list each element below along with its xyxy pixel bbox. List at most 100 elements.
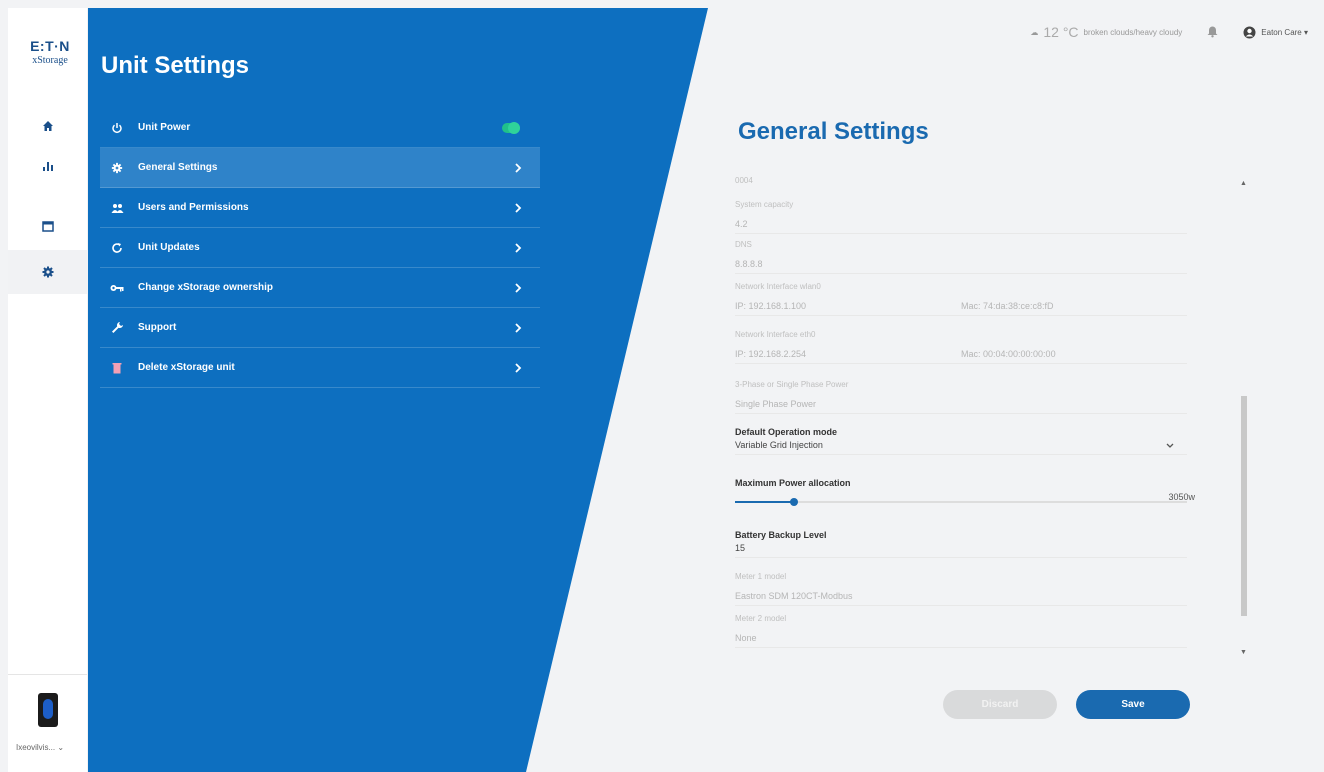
chevron-right-icon bbox=[515, 163, 522, 173]
user-name: Eaton Care ▾ bbox=[1261, 27, 1308, 37]
brand-name: E:T·N bbox=[30, 38, 70, 54]
menu-item-general-settings[interactable]: General Settings bbox=[100, 148, 540, 188]
chevron-right-icon bbox=[515, 323, 522, 333]
field-label: Battery Backup Level bbox=[735, 530, 827, 540]
menu-item-unit-updates[interactable]: Unit Updates bbox=[100, 228, 540, 268]
field-eth0: Network Interface eth0 IP: 192.168.2.254… bbox=[735, 330, 1187, 364]
field-label: Network Interface eth0 bbox=[735, 330, 816, 339]
refresh-icon bbox=[110, 241, 124, 255]
product-name: xStorage bbox=[32, 55, 68, 66]
menu-item-users[interactable]: Users and Permissions bbox=[100, 188, 540, 228]
field-serial: 0004 bbox=[735, 176, 1187, 185]
chevron-down-icon bbox=[1166, 443, 1174, 448]
settings-scrollbar[interactable]: ▲ ▼ bbox=[1238, 176, 1250, 658]
settings-form: 0004 System capacity 4.2 DNS 8.8.8.8 Net… bbox=[735, 170, 1195, 670]
notification-bell[interactable] bbox=[1206, 25, 1219, 40]
page-title: Unit Settings bbox=[101, 52, 249, 79]
field-value: Single Phase Power bbox=[735, 399, 1187, 414]
device-selector[interactable]: Ixeovilvis... ⌄ bbox=[8, 674, 87, 772]
field-capacity: System capacity 4.2 bbox=[735, 200, 1187, 234]
weather-widget: ☁ 12 °C broken clouds/heavy cloudy bbox=[1030, 24, 1182, 40]
section-title: General Settings bbox=[738, 118, 929, 145]
battery-backup-field[interactable]: Battery Backup Level 15 bbox=[735, 530, 1187, 558]
field-label: Default Operation mode bbox=[735, 427, 838, 437]
trash-icon bbox=[110, 361, 124, 375]
mac-value: Mac: 74:da:38:ce:c8:fD bbox=[961, 301, 1054, 311]
power-icon bbox=[110, 121, 124, 135]
cloud-icon: ☁ bbox=[1030, 27, 1039, 37]
menu-item-label: Delete xStorage unit bbox=[138, 362, 235, 373]
menu-item-delete[interactable]: Delete xStorage unit bbox=[100, 348, 540, 388]
rail-calendar[interactable] bbox=[8, 206, 87, 246]
menu-item-label: General Settings bbox=[138, 162, 218, 173]
settings-menu: Unit Power General Settings Users and Pe… bbox=[100, 108, 540, 388]
top-bar: ☁ 12 °C broken clouds/heavy cloudy Eaton… bbox=[1030, 24, 1308, 40]
calendar-icon bbox=[41, 221, 54, 232]
chevron-right-icon bbox=[515, 363, 522, 373]
menu-item-label: Unit Power bbox=[138, 122, 191, 133]
field-label: 0004 bbox=[735, 176, 753, 185]
field-label: Meter 2 model bbox=[735, 614, 787, 623]
field-max-power: Maximum Power allocation bbox=[735, 478, 1187, 488]
chart-icon bbox=[42, 162, 53, 171]
scroll-thumb[interactable] bbox=[1241, 396, 1247, 616]
gear-icon bbox=[42, 266, 53, 278]
field-value: 15 bbox=[735, 543, 1187, 558]
field-dns: DNS 8.8.8.8 bbox=[735, 240, 1187, 274]
menu-item-label: Unit Updates bbox=[138, 242, 200, 253]
device-name: Ixeovilvis... ⌄ bbox=[16, 743, 65, 752]
ip-value: IP: 192.168.1.100 bbox=[735, 301, 807, 311]
bell-icon bbox=[1207, 26, 1218, 37]
field-value: Eastron SDM 120CT-Modbus bbox=[735, 591, 1187, 606]
field-meter1: Meter 1 model Eastron SDM 120CT-Modbus bbox=[735, 572, 1187, 606]
discard-button[interactable]: Discard bbox=[943, 690, 1057, 719]
field-label: DNS bbox=[735, 240, 752, 249]
settings-panel: Unit Settings Unit Power General Setting… bbox=[88, 8, 708, 772]
field-label: System capacity bbox=[735, 200, 794, 209]
device-image bbox=[38, 693, 58, 727]
field-value: 4.2 bbox=[735, 219, 1187, 234]
menu-item-label: Support bbox=[138, 322, 177, 333]
max-power-value: 3050w bbox=[1168, 492, 1195, 502]
key-icon bbox=[110, 281, 124, 295]
field-value: 8.8.8.8 bbox=[735, 259, 1187, 274]
unit-power-toggle[interactable] bbox=[502, 122, 520, 134]
menu-item-label: Users and Permissions bbox=[138, 202, 249, 213]
chevron-right-icon bbox=[515, 283, 522, 293]
rail-stats[interactable] bbox=[8, 146, 87, 186]
field-wlan0: Network Interface wlan0 IP: 192.168.1.10… bbox=[735, 282, 1187, 316]
mac-value: Mac: 00:04:00:00:00:00 bbox=[961, 349, 1056, 359]
user-menu[interactable]: Eaton Care ▾ bbox=[1243, 26, 1308, 39]
weather-description: broken clouds/heavy cloudy bbox=[1083, 27, 1183, 37]
menu-item-ownership[interactable]: Change xStorage ownership bbox=[100, 268, 540, 308]
temperature: 12 °C bbox=[1043, 24, 1079, 40]
field-label: Meter 1 model bbox=[735, 572, 787, 581]
rail-settings[interactable] bbox=[8, 250, 87, 294]
home-icon bbox=[42, 121, 53, 131]
wrench-icon bbox=[110, 321, 124, 335]
slider-handle[interactable] bbox=[789, 498, 798, 506]
ip-value: IP: 192.168.2.254 bbox=[735, 349, 807, 359]
max-power-slider[interactable] bbox=[735, 498, 1187, 506]
field-label: Network Interface wlan0 bbox=[735, 282, 821, 291]
field-meter2: Meter 2 model None bbox=[735, 614, 1187, 648]
chevron-right-icon bbox=[515, 243, 522, 253]
field-value: None bbox=[735, 633, 1187, 648]
scroll-down-icon[interactable]: ▼ bbox=[1240, 649, 1247, 656]
chevron-right-icon bbox=[515, 203, 522, 213]
menu-item-label: Change xStorage ownership bbox=[138, 282, 274, 293]
field-label: 3-Phase or Single Phase Power bbox=[735, 380, 849, 389]
left-rail: E:T·N xStorage Ixeovilvis... ⌄ bbox=[8, 8, 87, 772]
scroll-up-icon[interactable]: ▲ bbox=[1240, 180, 1247, 187]
slider-fill bbox=[735, 501, 794, 503]
eaton-logo: E:T·N xStorage bbox=[20, 38, 80, 66]
operation-mode-select[interactable]: Default Operation mode Variable Grid Inj… bbox=[735, 427, 1187, 455]
field-phase: 3-Phase or Single Phase Power Single Pha… bbox=[735, 380, 1187, 414]
save-button[interactable]: Save bbox=[1076, 690, 1190, 719]
rail-home[interactable] bbox=[8, 106, 87, 146]
field-label: Maximum Power allocation bbox=[735, 478, 851, 488]
menu-item-unit-power[interactable]: Unit Power bbox=[100, 108, 540, 148]
field-value: Variable Grid Injection bbox=[735, 440, 823, 450]
user-icon bbox=[1243, 26, 1256, 38]
menu-item-support[interactable]: Support bbox=[100, 308, 540, 348]
